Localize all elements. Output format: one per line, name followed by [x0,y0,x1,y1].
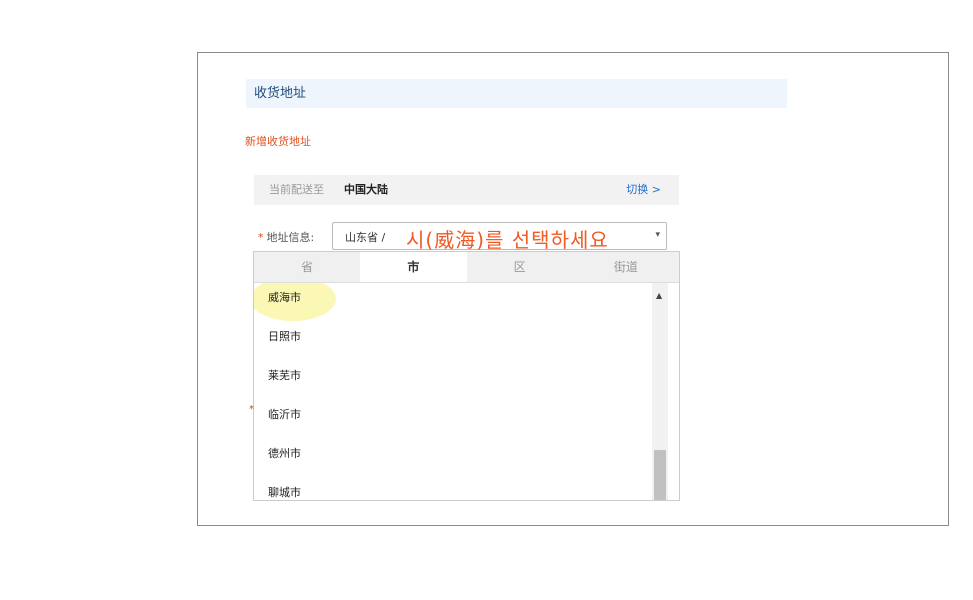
city-option[interactable]: 莱芜市 [254,361,652,400]
address-select-value: 山东省 / [345,231,386,244]
city-option[interactable]: 德州市 [254,439,652,478]
scrollbar-thumb[interactable] [654,450,666,500]
tab-city[interactable]: 市 [360,252,467,282]
required-mark: * [258,231,264,244]
section-title: 收货地址 [246,79,787,108]
switch-region-link[interactable]: 切换 > [626,175,661,205]
city-option[interactable]: 日照市 [254,322,652,361]
delivery-value: 中国大陆 [344,183,388,196]
scroll-up-arrow-icon[interactable]: ▲ [656,291,662,300]
city-option[interactable]: 临沂市 [254,400,652,439]
delivery-label: 当前配送至 [269,183,324,196]
delivery-bar: 当前配送至 中国大陆 切换 > [254,175,679,205]
required-mark-hidden: * [249,404,254,415]
add-address-link[interactable]: 新增收货地址 [245,133,311,149]
region-tabs: 省 市 区 街道 [254,252,679,283]
chevron-down-icon: ▾ [655,230,660,240]
city-option-label: 威海市 [268,291,301,304]
city-option[interactable]: 聊城市 [254,478,652,501]
city-list: 威海市 日照市 莱芜市 临沂市 德州市 聊城市 [254,283,652,501]
tab-street[interactable]: 街道 [573,252,679,282]
tab-district[interactable]: 区 [467,252,573,282]
tab-province[interactable]: 省 [254,252,360,282]
address-info-text: 地址信息: [266,231,315,244]
address-info-label: * 地址信息: [258,229,314,245]
overlay-instruction: 시(威海)를 선택하세요 [406,228,609,252]
city-list-scrollbar[interactable]: ▲ [652,283,668,500]
city-option-weihai[interactable]: 威海市 [254,283,652,322]
region-dropdown: 省 市 区 街道 威海市 日照市 莱芜市 临沂市 德州市 聊城市 ▲ [253,251,680,501]
address-panel: 收货地址 新增收货地址 当前配送至 中国大陆 切换 > * 地址信息: 山东省 /… [197,52,949,526]
